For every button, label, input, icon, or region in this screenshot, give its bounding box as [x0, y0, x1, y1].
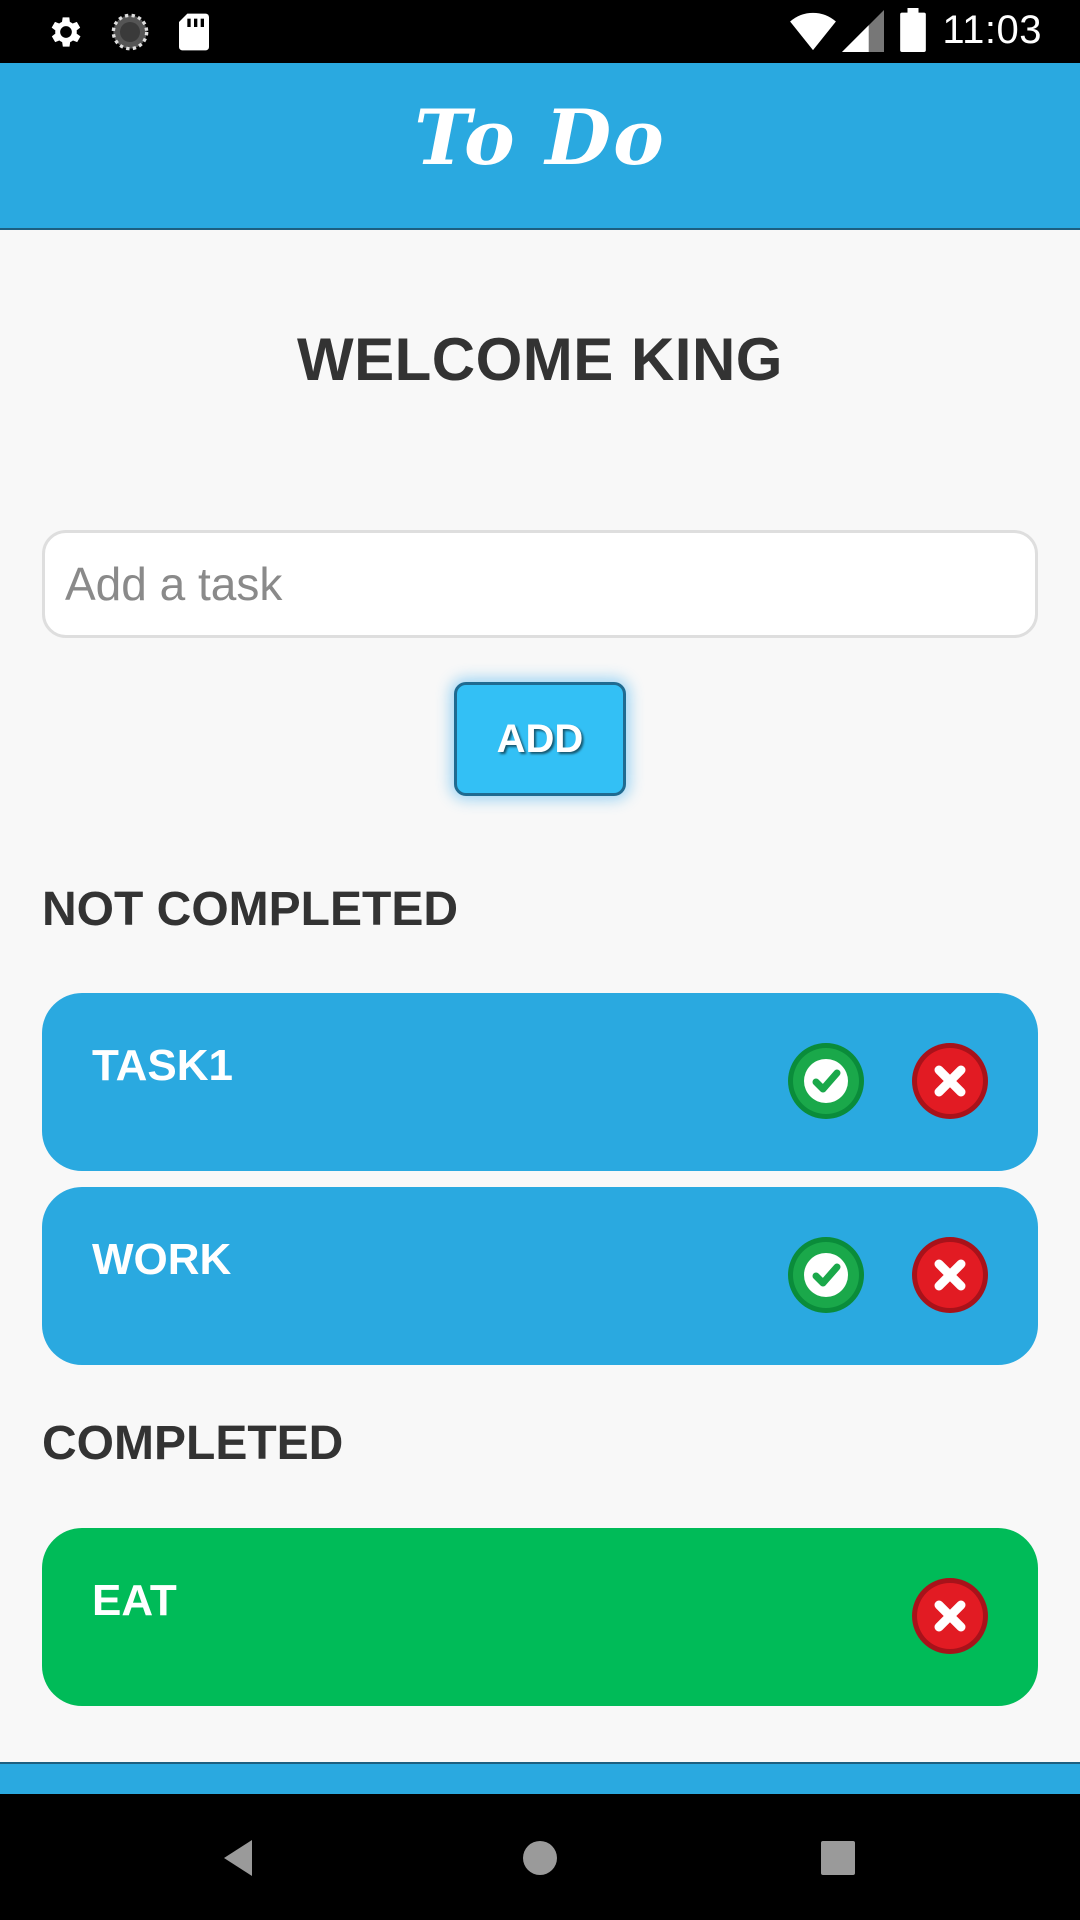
- back-icon[interactable]: [212, 1830, 268, 1886]
- wifi-icon: [790, 10, 836, 57]
- todo-app-screen: 11:03 To Do WELCOME KING ADD NOT COMPLET…: [0, 0, 1080, 1920]
- complete-task-button[interactable]: [786, 1235, 866, 1315]
- completed-heading: COMPLETED: [42, 1417, 344, 1470]
- signal-icon: [842, 10, 884, 57]
- close-icon: [912, 1578, 988, 1654]
- close-icon: [912, 1237, 988, 1313]
- navigation-bar: [0, 1794, 1080, 1920]
- welcome-heading: WELCOME KING: [297, 326, 783, 393]
- task-card: WORK: [42, 1187, 1038, 1365]
- not-completed-heading: NOT COMPLETED: [42, 883, 458, 936]
- delete-task-button[interactable]: [910, 1041, 990, 1121]
- app-header: To Do: [0, 63, 1080, 230]
- sync-icon: [110, 12, 150, 57]
- close-icon: [912, 1043, 988, 1119]
- home-icon[interactable]: [512, 1830, 568, 1886]
- footer-strip: [0, 1762, 1080, 1796]
- check-icon: [788, 1043, 864, 1119]
- add-task-input[interactable]: [42, 530, 1038, 638]
- task-card: EAT: [42, 1528, 1038, 1706]
- app-title: To Do: [414, 93, 666, 182]
- add-button[interactable]: ADD: [454, 682, 626, 796]
- complete-task-button[interactable]: [786, 1041, 866, 1121]
- task-label: WORK: [92, 1235, 232, 1284]
- delete-task-button[interactable]: [910, 1235, 990, 1315]
- status-time: 11:03: [942, 8, 1042, 52]
- status-bar: 11:03: [0, 0, 1080, 63]
- sd-card-icon: [176, 12, 212, 57]
- battery-icon: [900, 8, 926, 57]
- task-card: TASK1: [42, 993, 1038, 1171]
- check-icon: [788, 1237, 864, 1313]
- recents-icon[interactable]: [810, 1830, 866, 1886]
- delete-task-button[interactable]: [910, 1576, 990, 1656]
- task-label: TASK1: [92, 1041, 233, 1090]
- gear-icon: [46, 12, 86, 57]
- task-label: EAT: [92, 1576, 177, 1625]
